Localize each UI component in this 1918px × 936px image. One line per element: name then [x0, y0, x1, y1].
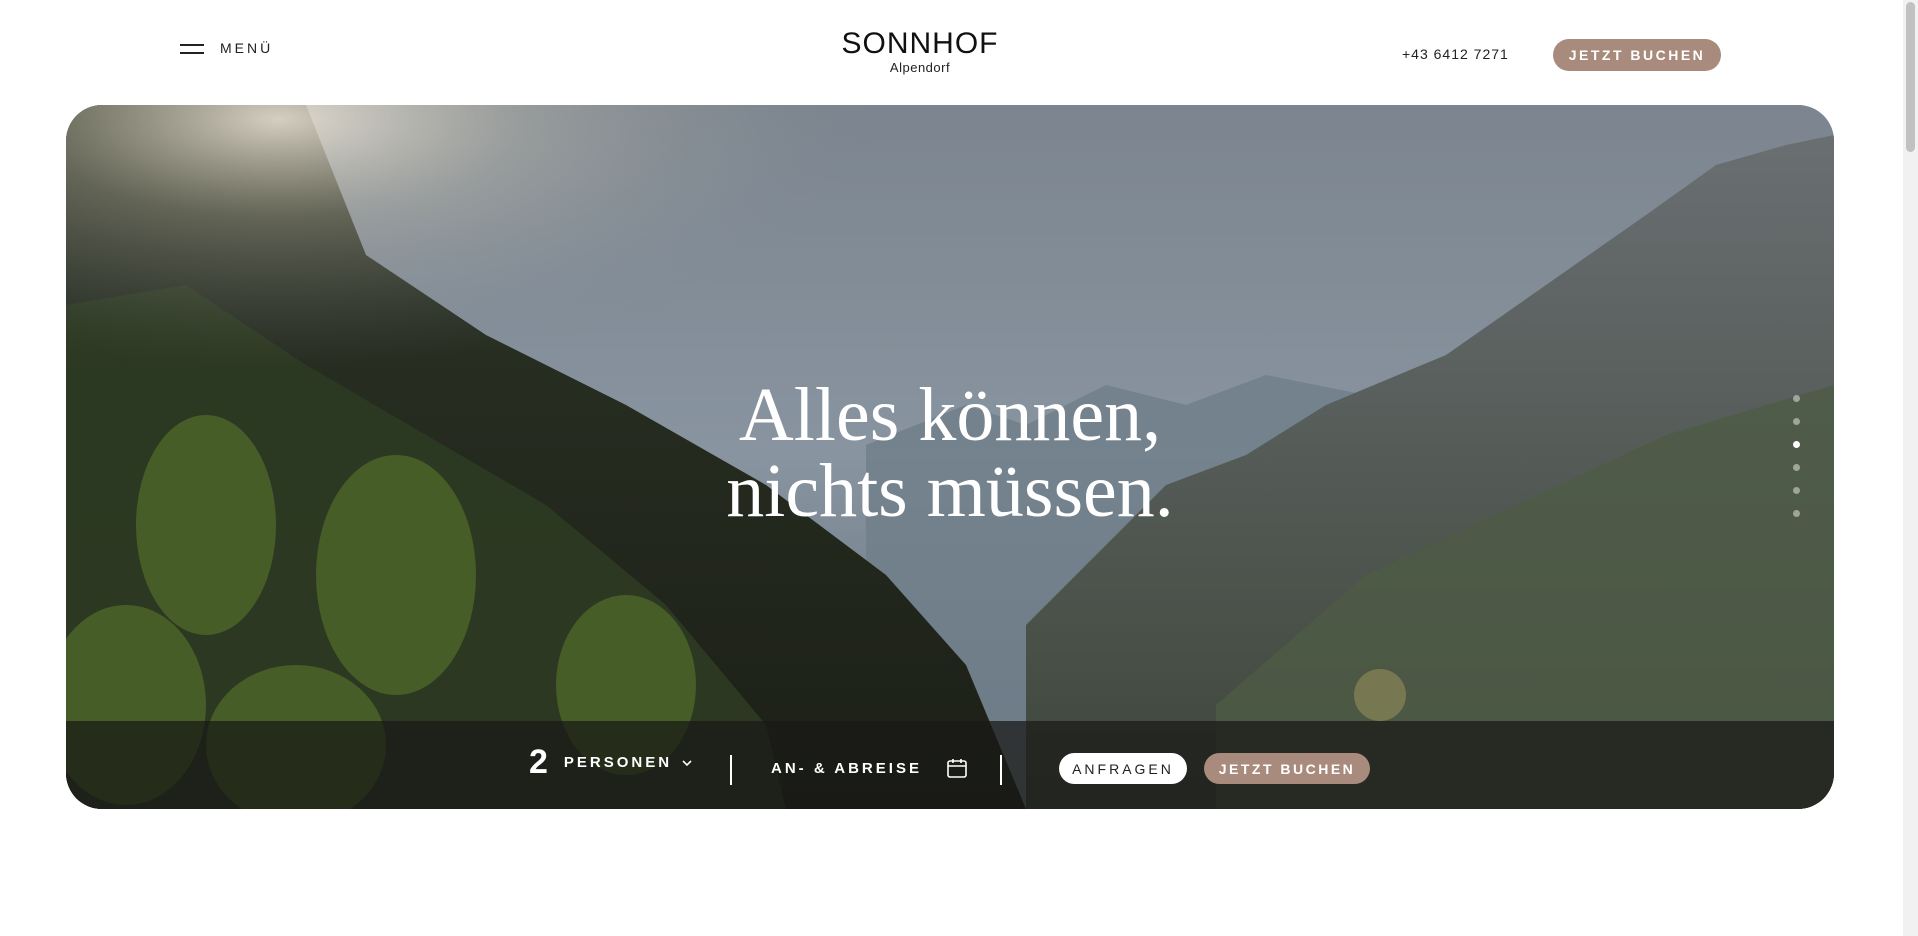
persons-label: PERSONEN	[563, 754, 673, 771]
phone-link[interactable]: +43 6412 7271	[1402, 46, 1509, 62]
page-scrollbar[interactable]	[1903, 0, 1918, 936]
inquire-button[interactable]: ANFRAGEN	[1059, 753, 1187, 784]
slide-dot-5[interactable]	[1793, 487, 1800, 494]
chevron-down-icon	[682, 759, 692, 766]
logo-wordmark: SONNHOF	[841, 27, 999, 60]
divider	[730, 755, 732, 785]
slide-dot-6[interactable]	[1793, 510, 1800, 517]
hero-headline: Alles können, nichts müssen.	[66, 377, 1834, 529]
menu-label: MENÜ	[220, 40, 274, 56]
hamburger-menu-icon	[180, 41, 204, 55]
scrollbar-thumb[interactable]	[1906, 2, 1915, 152]
logo[interactable]: SONNHOF Alpendorf	[820, 27, 1020, 76]
booking-bar-book-button[interactable]: JETZT BUCHEN	[1204, 753, 1370, 784]
persons-selector[interactable]: 2 PERSONEN	[529, 743, 692, 782]
dates-label: AN- & ABREISE	[771, 759, 922, 777]
menu-toggle[interactable]: MENÜ	[180, 40, 273, 56]
header-book-button[interactable]: JETZT BUCHEN	[1553, 39, 1721, 71]
headline-line-2: nichts müssen.	[726, 449, 1174, 533]
divider	[1000, 755, 1002, 785]
logo-subtitle: Alpendorf	[889, 60, 951, 75]
slide-indicators	[1793, 395, 1801, 533]
site-header: MENÜ SONNHOF Alpendorf +43 6412 7271 JET…	[0, 0, 1903, 105]
headline-line-1: Alles können,	[738, 373, 1162, 457]
slide-dot-2[interactable]	[1793, 418, 1800, 425]
slide-dot-1[interactable]	[1793, 395, 1800, 402]
slide-dot-4[interactable]	[1793, 464, 1800, 471]
date-picker[interactable]: AN- & ABREISE	[771, 757, 968, 779]
slide-dot-3[interactable]	[1793, 441, 1800, 448]
calendar-icon	[947, 759, 967, 778]
persons-count: 2	[529, 743, 548, 781]
hero-slider: Alles können, nichts müssen. 2 PERSONEN …	[66, 105, 1834, 809]
booking-bar: 2 PERSONEN AN- & ABREISE ANFRAGEN JETZT …	[66, 721, 1834, 809]
